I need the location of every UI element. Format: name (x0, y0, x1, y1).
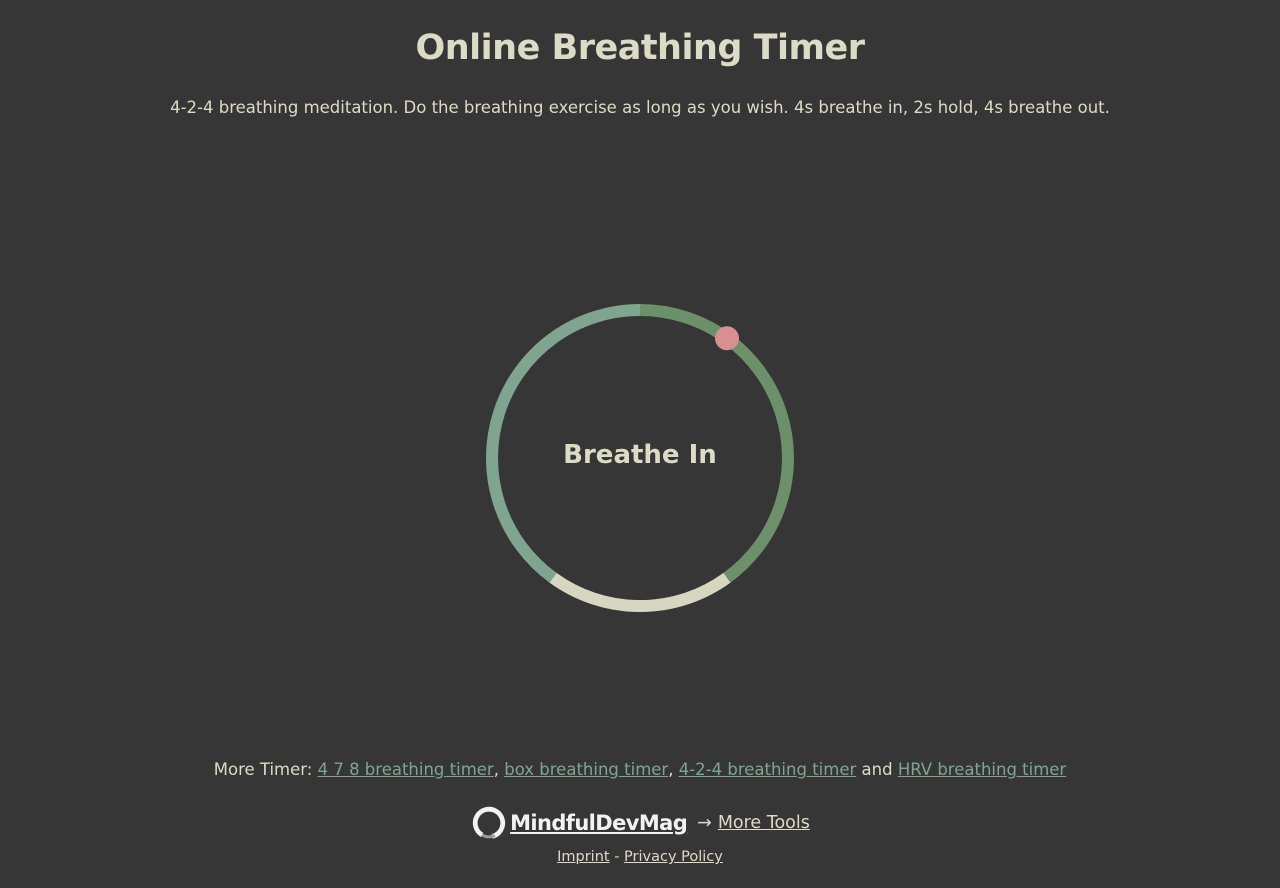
more-tools-link[interactable]: More Tools (718, 813, 810, 833)
legal-links: Imprint - Privacy Policy (0, 849, 1280, 865)
brand-row: MindfulDevMag → More Tools (0, 804, 1280, 842)
page-description: 4-2-4 breathing meditation. Do the breat… (170, 98, 1110, 117)
link-separator: , (493, 760, 505, 779)
link-478-timer[interactable]: 4 7 8 breathing timer (318, 760, 494, 779)
link-424-timer[interactable]: 4-2-4 breathing timer (679, 760, 857, 779)
brand-logo-link[interactable]: MindfulDevMag (470, 804, 688, 842)
brand-name: MindfulDevMag (510, 811, 688, 835)
more-timer-prefix: More Timer: (213, 760, 318, 779)
ring-exhale-segment (549, 572, 731, 612)
link-separator: , (668, 760, 679, 779)
legal-separator: - (609, 849, 625, 865)
arrow-icon: → (697, 813, 712, 833)
page-title: Online Breathing Timer (415, 28, 865, 68)
link-hrv-timer[interactable]: HRV breathing timer (898, 760, 1066, 779)
more-timer-links: More Timer: 4 7 8 breathing timer, box b… (0, 760, 1280, 779)
privacy-policy-link[interactable]: Privacy Policy (624, 849, 723, 865)
link-conjunction: and (856, 760, 898, 779)
progress-marker (714, 326, 739, 351)
enso-logo-icon (472, 806, 506, 840)
phase-label: Breathe In (563, 440, 717, 470)
imprint-link[interactable]: Imprint (557, 849, 609, 865)
link-box-timer[interactable]: box breathing timer (504, 760, 668, 779)
